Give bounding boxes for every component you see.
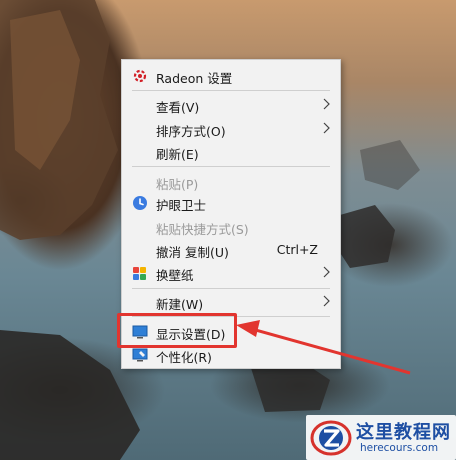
- menu-item-label: 刷新(E): [156, 147, 199, 162]
- menu-item-new[interactable]: 新建(W): [122, 290, 340, 314]
- chevron-right-icon: [323, 295, 330, 307]
- menu-separator: [132, 166, 330, 167]
- watermark-url: herecours.com: [360, 442, 439, 454]
- menu-item-view[interactable]: 查看(V): [122, 93, 340, 117]
- menu-item-label: Radeon 设置: [156, 71, 233, 86]
- menu-item-label: 撤消 复制(U): [156, 245, 229, 260]
- watermark: 这里教程网 herecours.com: [306, 415, 456, 460]
- menu-item-label: 护眼卫士: [156, 198, 207, 213]
- menu-item-refresh[interactable]: 刷新(E): [122, 140, 340, 164]
- menu-separator: [132, 288, 330, 289]
- menu-item-eye-guard[interactable]: 护眼卫士: [122, 191, 340, 215]
- menu-item-radeon-settings[interactable]: Radeon 设置: [122, 64, 340, 88]
- chevron-right-icon: [323, 98, 330, 110]
- menu-item-sort-by[interactable]: 排序方式(O): [122, 117, 340, 141]
- radeon-icon: [133, 69, 147, 83]
- menu-item-label: 个性化(R): [156, 350, 212, 365]
- annotation-arrow: [236, 320, 411, 375]
- menu-item-label: 新建(W): [156, 297, 204, 312]
- annotation-highlight-box: [117, 313, 237, 348]
- eye-guard-icon: [133, 196, 147, 210]
- chevron-right-icon: [323, 122, 330, 134]
- menu-item-label: 粘贴快捷方式(S): [156, 222, 249, 237]
- menu-item-label: 排序方式(O): [156, 124, 226, 139]
- menu-item-shortcut: Ctrl+Z: [276, 242, 318, 257]
- personalize-icon: [132, 348, 148, 362]
- menu-item-paste-shortcut: 粘贴快捷方式(S): [122, 215, 340, 239]
- watermark-title: 这里教程网: [356, 422, 451, 443]
- menu-separator: [132, 90, 330, 91]
- site-logo: [310, 420, 352, 456]
- menu-item-undo-copy[interactable]: 撤消 复制(U) Ctrl+Z: [122, 238, 340, 262]
- menu-item-change-wallpaper[interactable]: 换壁纸: [122, 261, 340, 285]
- chevron-right-icon: [323, 266, 330, 278]
- menu-item-label: 查看(V): [156, 100, 200, 115]
- menu-item-label: 换壁纸: [156, 268, 194, 283]
- wallpaper-icon: [133, 267, 146, 280]
